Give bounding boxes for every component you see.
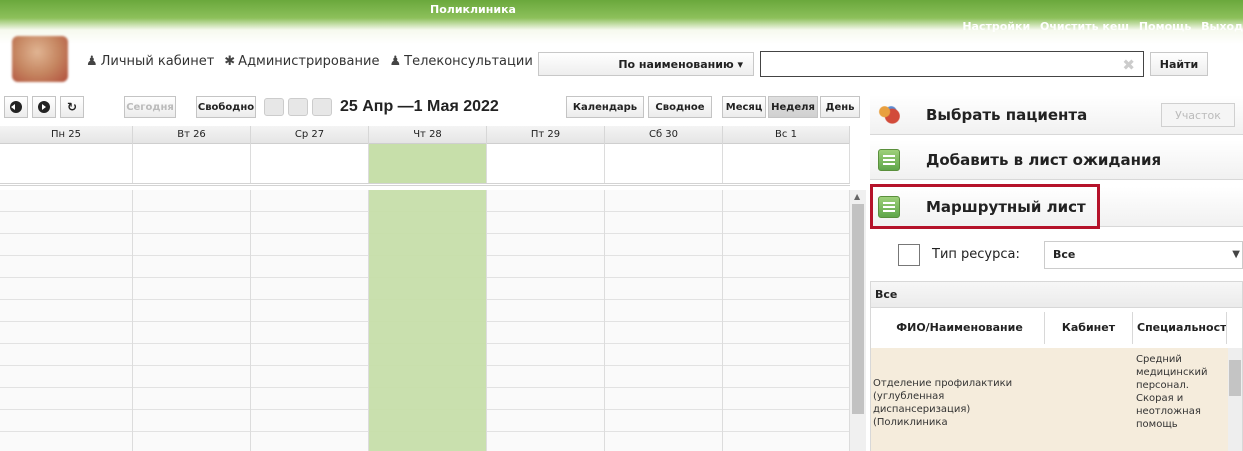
day-header-thu: Чт 28 [369,126,487,144]
allday-cell[interactable] [605,144,723,183]
week-calendar: Пн 25 Вт 26 Ср 27 Чт 28 Пт 29 Сб 30 Вс 1… [0,126,866,451]
logout-link[interactable]: Выход [1201,20,1243,33]
day-header-fri: Пт 29 [487,126,605,144]
print-icon[interactable] [264,98,284,116]
user-icon: ♟ [86,54,98,69]
refresh-icon: ↻ [66,100,78,114]
allday-cell[interactable] [251,144,369,183]
nav-administration[interactable]: ✱ Администрирование [224,54,379,69]
resources-scrollbar[interactable] [1228,348,1242,451]
select-patient-label: Выбрать пациента [926,105,1088,124]
search-input[interactable]: ✖ [760,51,1144,77]
allday-cell[interactable] [0,144,133,183]
day-column[interactable] [133,190,251,451]
uchastok-button[interactable]: Участок [1161,103,1235,127]
settings-link[interactable]: Настройки [962,20,1030,33]
add-waitlist-label: Добавить в лист ожидания [926,150,1162,169]
chevron-down-icon: ▼ [1232,249,1240,260]
day-header-sat: Сб 30 [605,126,723,144]
resources-title: Все [871,282,1242,308]
sheet-icon [878,195,900,218]
nav-label: Администрирование [238,54,380,69]
route-sheet-label: Маршрутный лист [926,197,1086,216]
day-column-today[interactable] [369,190,487,451]
calendar-scrollbar[interactable]: ▲ [850,190,866,451]
nav-personal-cabinet[interactable]: ♟ Личный кабинет [86,54,214,69]
settings-icon[interactable] [288,98,308,116]
clear-cache-link[interactable]: Очистить кеш [1040,20,1129,33]
allday-cell[interactable] [487,144,605,183]
right-panel: Выбрать пациента Участок Добавить в лист… [870,95,1243,451]
resource-type-value: Все [1053,248,1076,261]
day-header-tue: Вт 26 [133,126,251,144]
clock-icon[interactable] [312,98,332,116]
main-nav: ♟ Личный кабинет ✱ Администрирование ♟ Т… [86,54,543,69]
view-calendar[interactable]: Календарь [566,96,644,118]
top-links: Настройки Очистить кеш Помощь Выход [956,20,1243,33]
patient-icon [878,103,900,126]
scroll-up-icon[interactable]: ▲ [854,192,860,201]
row-specialty: Средний медицинский персонал. Скорая и н… [1136,354,1208,430]
view-day[interactable]: День [820,96,860,118]
find-button[interactable]: Найти [1150,52,1208,76]
day-header-mon: Пн 25 [0,126,133,144]
day-column[interactable] [251,190,369,451]
sheet-icon [878,148,900,171]
app-title: Поликлиника [430,3,516,16]
arrow-right-icon [38,101,50,113]
table-row[interactable]: Отделение профилактики (углубленная дисп… [871,348,1242,451]
tools-icon: ✱ [224,54,236,69]
user-icon: ♟ [389,54,402,69]
day-header-wed: Ср 27 [251,126,369,144]
column-header-specialty[interactable]: Специальности [1133,312,1227,344]
resource-type-row: Тип ресурса: Все ▼ [870,233,1243,277]
resource-type-select[interactable]: Все ▼ [1044,241,1243,269]
help-link[interactable]: Помощь [1139,20,1191,33]
resources-table: Все ФИО/Наименование Кабинет Специальнос… [870,281,1243,451]
allday-cell-today[interactable] [369,144,487,183]
nav-teleconsultation[interactable]: ♟ Телеконсультации [389,54,532,69]
prev-button[interactable] [4,96,28,118]
resource-checkbox[interactable] [898,244,920,266]
free-slots-button[interactable]: Свободно [196,96,256,118]
clear-icon[interactable]: ✖ [1122,56,1135,74]
day-column[interactable] [487,190,605,451]
day-column[interactable] [605,190,723,451]
resources-header: ФИО/Наименование Кабинет Специальности [875,312,1242,344]
view-month[interactable]: Месяц [722,96,766,118]
view-week[interactable]: Неделя [768,96,818,118]
avatar [12,36,68,82]
day-headers: Пн 25 Вт 26 Ср 27 Чт 28 Пт 29 Сб 30 Вс 1 [0,126,850,144]
select-patient-button[interactable]: Выбрать пациента Участок [870,95,1243,135]
route-sheet-button[interactable]: Маршрутный лист [870,187,1243,227]
column-header-fio[interactable]: ФИО/Наименование [875,312,1045,344]
date-range: 25 Апр —1 Мая 2022 [340,98,499,115]
day-column[interactable] [0,190,133,451]
day-column[interactable] [723,190,850,451]
allday-cell[interactable] [723,144,850,183]
search-mode-dropdown[interactable]: По наименованию ▾ [538,52,754,76]
view-summary[interactable]: Сводное [648,96,712,118]
arrow-left-icon [10,101,22,113]
day-header-sun: Вс 1 [723,126,850,144]
scrollbar-thumb[interactable] [852,204,864,414]
nav-label: Личный кабинет [100,54,215,69]
column-header-cabinet[interactable]: Кабинет [1045,312,1133,344]
nav-label: Телеконсультации [404,54,533,69]
allday-row [0,144,850,186]
row-fio: Отделение профилактики (углубленная дисп… [873,378,1013,428]
next-button[interactable] [32,96,56,118]
add-waitlist-button[interactable]: Добавить в лист ожидания [870,140,1243,180]
resource-type-label: Тип ресурса: [932,247,1020,262]
calendar-toolbar: ↻ Сегодня Свободно 25 Апр —1 Мая 2022 Ка… [0,93,866,123]
scrollbar-thumb[interactable] [1229,360,1241,396]
refresh-button[interactable]: ↻ [60,96,84,118]
today-button[interactable]: Сегодня [124,96,176,118]
allday-cell[interactable] [133,144,251,183]
